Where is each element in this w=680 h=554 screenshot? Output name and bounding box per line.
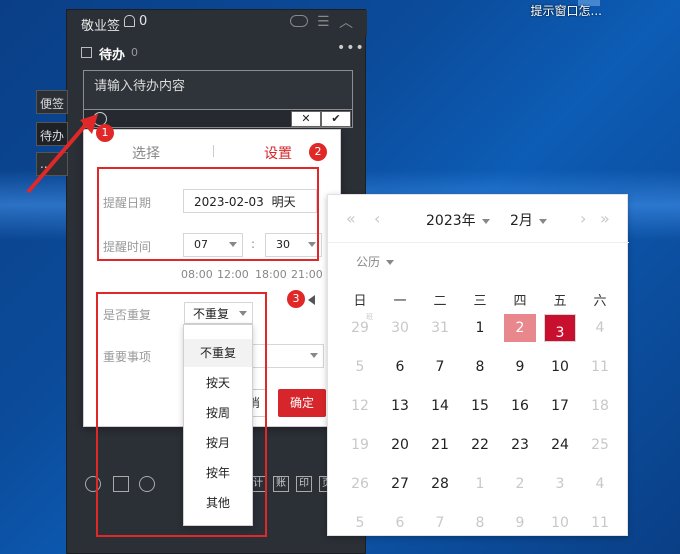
more-icon[interactable]: ••• bbox=[337, 40, 365, 56]
tab-settings[interactable]: 设置 bbox=[264, 143, 292, 163]
year-select[interactable]: 2023年 bbox=[426, 210, 490, 230]
annotation-box-date-time bbox=[97, 167, 319, 261]
calendar-day[interactable]: 2 bbox=[504, 314, 536, 342]
calendar-day[interactable]: 9 bbox=[504, 509, 536, 537]
calendar-day[interactable]: 28 bbox=[424, 470, 456, 498]
calendar-day[interactable]: 24 bbox=[544, 431, 576, 459]
calendar-day[interactable]: 5 bbox=[344, 353, 376, 381]
desktop-shortcut-label[interactable]: 提示窗口怎... bbox=[531, 4, 602, 18]
calendar-day[interactable]: 13 bbox=[384, 392, 416, 420]
next-month-icon[interactable]: › bbox=[580, 209, 586, 228]
calendar-day[interactable]: 11 bbox=[584, 353, 616, 381]
quick-time-0800[interactable]: 08:00 bbox=[181, 268, 213, 281]
todo-input[interactable]: 请输入待办内容 bbox=[83, 70, 353, 110]
calendar-day[interactable]: 19 bbox=[344, 431, 376, 459]
weekday-0: 日 bbox=[353, 294, 367, 309]
cloud-sync-icon[interactable] bbox=[290, 15, 308, 27]
collapse-icon[interactable]: ︿ bbox=[339, 12, 353, 32]
date-picker: « ‹ 2023年 2月 › » 公历 日一二三四五六 29 30 31 1 2 3 4 5 6… bbox=[327, 194, 629, 537]
calendar-day[interactable]: 11 bbox=[584, 509, 616, 537]
quick-time-1200[interactable]: 12:00 bbox=[217, 268, 249, 281]
calendar-day[interactable]: 6 bbox=[384, 353, 416, 381]
calendar-type-label: 公历 bbox=[356, 255, 381, 269]
weekday-6: 六 bbox=[593, 294, 607, 309]
calendar-day[interactable]: 6 bbox=[384, 509, 416, 537]
pointer-triangle-icon bbox=[308, 295, 315, 305]
todo-count: 0 bbox=[131, 46, 138, 59]
weekday-4: 四 bbox=[513, 294, 527, 309]
month-select[interactable]: 2月 bbox=[510, 210, 547, 230]
chevron-down-icon bbox=[310, 353, 318, 358]
calendar-day[interactable]: 2 bbox=[504, 470, 536, 498]
calendar-day[interactable]: 18 bbox=[584, 392, 616, 420]
calendar-day[interactable]: 7 bbox=[424, 509, 456, 537]
annotation-arrow-icon bbox=[26, 114, 98, 194]
calendar-day[interactable]: 26 bbox=[344, 470, 376, 498]
calendar-day[interactable]: 25 bbox=[584, 431, 616, 459]
bell-icon[interactable] bbox=[124, 15, 135, 27]
weekday-5: 五 bbox=[553, 294, 567, 309]
calendar-day[interactable]: 5 bbox=[344, 509, 376, 537]
calendar-day[interactable]: 20 bbox=[384, 431, 416, 459]
next-year-icon[interactable]: » bbox=[600, 209, 610, 228]
calendar-day[interactable]: 23 bbox=[504, 431, 536, 459]
tab-select[interactable]: 选择 bbox=[132, 143, 160, 163]
annotation-number-3: 3 bbox=[287, 290, 305, 308]
calendar-day[interactable]: 14 bbox=[424, 392, 456, 420]
year-label: 2023年 bbox=[426, 213, 476, 229]
annotation-number-2: 2 bbox=[309, 143, 327, 161]
workday-mark: 班 bbox=[366, 313, 373, 321]
calendar-day[interactable]: 10 bbox=[544, 353, 576, 381]
calendar-day[interactable]: 4 bbox=[584, 314, 616, 342]
quick-time-1800[interactable]: 18:00 bbox=[255, 268, 287, 281]
weekday-2: 二 bbox=[433, 294, 447, 309]
calendar-divider bbox=[328, 242, 629, 243]
weekday-1: 一 bbox=[393, 294, 407, 309]
title-bar: 敬业签 0 ☰ ︿ bbox=[67, 10, 367, 36]
calendar-day[interactable]: 7 bbox=[424, 353, 456, 381]
todo-section-title: 待办 bbox=[99, 48, 126, 63]
weekday-3: 三 bbox=[473, 294, 487, 309]
calendar-day[interactable]: 17 bbox=[544, 392, 576, 420]
prev-year-icon[interactable]: « bbox=[346, 209, 356, 228]
calendar-day[interactable]: 3 bbox=[544, 470, 576, 498]
tab-separator bbox=[213, 145, 214, 157]
calendar-day[interactable]: 3 bbox=[544, 314, 576, 342]
side-tab-notes[interactable]: 便签 bbox=[36, 90, 68, 114]
month-label: 2月 bbox=[510, 213, 533, 229]
confirm-button[interactable]: 确定 bbox=[278, 389, 326, 417]
calendar-day[interactable]: 1 bbox=[464, 314, 496, 342]
annotation-box-repeat bbox=[96, 292, 267, 537]
calendar-day[interactable]: 8 bbox=[464, 353, 496, 381]
calendar-day[interactable]: 1 bbox=[464, 470, 496, 498]
app-title: 敬业签 bbox=[81, 19, 121, 34]
calendar-day[interactable]: 22 bbox=[464, 431, 496, 459]
chevron-down-icon bbox=[481, 218, 490, 224]
calendar-day[interactable]: 15 bbox=[464, 392, 496, 420]
calendar-day[interactable]: 31 bbox=[424, 314, 456, 342]
yin-icon[interactable]: 印 bbox=[296, 476, 312, 492]
calendar-day[interactable]: 10 bbox=[544, 509, 576, 537]
menu-icon[interactable]: ☰ bbox=[317, 14, 330, 30]
zhang-icon[interactable]: 账 bbox=[273, 476, 289, 492]
calendar-day[interactable]: 4 bbox=[584, 470, 616, 498]
cancel-button[interactable]: ✕ bbox=[291, 111, 321, 127]
calendar-day[interactable]: 9 bbox=[504, 353, 536, 381]
chevron-down-icon bbox=[538, 218, 547, 224]
calendar-day[interactable]: 12 bbox=[344, 392, 376, 420]
bell-count: 0 bbox=[139, 14, 148, 29]
calendar-day[interactable]: 27 bbox=[384, 470, 416, 498]
calendar-type-select[interactable]: 公历 bbox=[356, 253, 395, 270]
calendar-day[interactable]: 16 bbox=[504, 392, 536, 420]
calendar-day[interactable]: 8 bbox=[464, 509, 496, 537]
calendar-day[interactable]: 21 bbox=[424, 431, 456, 459]
confirm-check-button[interactable]: ✔ bbox=[321, 111, 351, 127]
prev-month-icon[interactable]: ‹ bbox=[374, 209, 380, 228]
quick-time-2100[interactable]: 21:00 bbox=[291, 268, 323, 281]
calendar-day[interactable]: 30 bbox=[384, 314, 416, 342]
todo-check-icon bbox=[81, 47, 92, 58]
chevron-down-icon bbox=[386, 260, 395, 265]
